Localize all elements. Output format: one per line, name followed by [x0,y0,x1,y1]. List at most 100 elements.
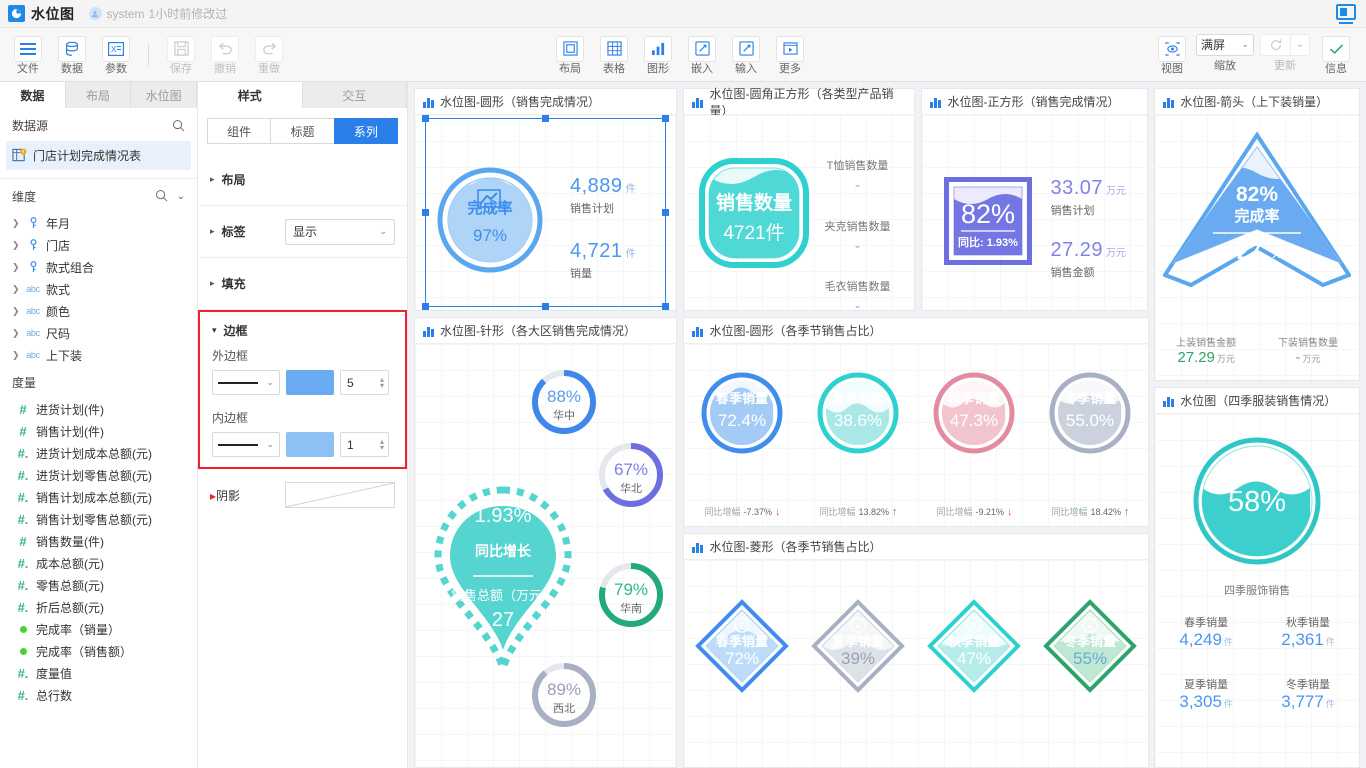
resize-handle-se[interactable] [662,303,669,310]
ribbon-button-info[interactable]: 信息 [1314,34,1358,76]
update-dropdown-chevron-down-icon[interactable]: ⌄ [1290,34,1310,56]
expand-chevron-right-icon[interactable]: ❯ [12,262,22,273]
water-gauge-diamond: 春季销量 72% [694,598,790,694]
dimension-item-2[interactable]: ❯款式组合 [0,256,197,278]
measure-item-11[interactable]: 完成率（销售额） [0,640,197,662]
zoom-control[interactable]: 满屏 ⌄ 缩放 [1194,34,1256,73]
tab-interaction[interactable]: 交互 [303,82,408,108]
inner-border-width-stepper[interactable]: 1 ▴▾ [340,432,389,457]
segment-series[interactable]: 系列 [334,118,398,144]
ribbon-button-parameter[interactable]: X 参数 [94,34,138,76]
inner-border-style-select[interactable]: ⌄ [212,432,280,457]
abc-icon: abc [22,284,44,294]
resize-handle-ne[interactable] [662,115,669,122]
segment-component[interactable]: 组件 [207,118,270,144]
presentation-button[interactable] [1336,4,1356,24]
dimension-item-0[interactable]: ❯年月 [0,212,197,234]
dimension-collapse-chevron-down-icon[interactable]: ⌄ [177,191,185,202]
modified-time: 1小时前修改过 [149,5,228,22]
ribbon-button-redo[interactable]: 重做 [247,34,291,76]
ribbon-button-save[interactable]: 保存 [159,34,203,76]
measure-item-0[interactable]: #进货计划(件) [0,398,197,420]
section-border-header[interactable]: ▾ 边框 [200,312,405,343]
resize-handle-s[interactable] [542,303,549,310]
card-season-diamonds[interactable]: 水位图-菱形（各季节销售占比） 春季销量 [683,533,1149,768]
ribbon-button-undo[interactable]: 撤销 [203,34,247,76]
datasource-item[interactable]: 门店计划完成情况表 [6,141,191,170]
outer-border-width-stepper[interactable]: 5 ▴▾ [340,370,389,395]
ribbon-button-layout[interactable]: 布局 [548,34,592,76]
measure-item-9[interactable]: #.折后总额(元) [0,596,197,618]
label-visibility-select[interactable]: 显示 ⌄ [285,219,395,245]
measure-item-8[interactable]: #.零售总额(元) [0,574,197,596]
tab-waterlevel[interactable]: 水位图 [131,82,197,108]
card-season-circles[interactable]: 水位图-圆形（各季节销售占比） 春季销量 [683,317,1149,527]
card-body: 82% 完成率 27 万元 上装销售金额 27.29万元 [1155,115,1359,380]
measure-item-4[interactable]: #.销售计划成本总额(元) [0,486,197,508]
measure-item-5[interactable]: #.销售计划零售总额(元) [0,508,197,530]
card-four-season[interactable]: 水位图（四季服装销售情况） 58% 四季服饰销售 [1154,387,1360,768]
dimension-item-1[interactable]: ❯门店 [0,234,197,256]
expand-chevron-right-icon[interactable]: ❯ [12,306,22,317]
measure-item-7[interactable]: #.成本总额(元) [0,552,197,574]
card-rounded-square[interactable]: 水位图-圆角正方形（各类型产品销量） 销售数量 4721件 T恤销售数量 [683,88,915,311]
gauge-value: 55.0% [1066,411,1114,430]
resize-handle-nw[interactable] [422,115,429,122]
card-body: 春季销量 72.4% 夏季销量 [684,344,1148,526]
shadow-preview[interactable] [285,482,395,508]
measure-item-6[interactable]: #销售数量(件) [0,530,197,552]
expand-chevron-right-icon[interactable]: ❯ [12,218,22,229]
expand-chevron-right-icon[interactable]: ❯ [12,284,22,295]
tab-style[interactable]: 样式 [198,82,303,108]
ribbon-button-embed[interactable]: 嵌入 [680,34,724,76]
outer-border-style-select[interactable]: ⌄ [212,370,280,395]
expand-chevron-right-icon[interactable]: ❯ [12,350,22,361]
card-needle-regions[interactable]: 水位图-针形（各大区销售完成情况） 88% 华中 [414,317,677,768]
inner-border-label: 内边框 [200,405,405,432]
card-arrow[interactable]: 水位图-箭头（上下装销量） 82% 完成率 27 万元 [1154,88,1360,381]
section-layout[interactable]: ▸布局 [198,154,407,206]
ribbon-button-file[interactable]: 文件 [6,34,50,76]
gauge-value: 82% [961,199,1015,229]
gauge-label: 冬季销量 [1064,391,1116,406]
measure-item-12[interactable]: #.度量值 [0,662,197,684]
measure-item-13[interactable]: #.总行数 [0,684,197,706]
resize-handle-w[interactable] [422,209,429,216]
ribbon-button-data[interactable]: 数据 [50,34,94,76]
key-icon [22,217,44,229]
resize-handle-n[interactable] [542,115,549,122]
datasource-search-icon[interactable] [172,119,185,132]
expand-chevron-right-icon[interactable]: ❯ [12,328,22,339]
card-circle-completion[interactable]: 水位图-圆形（销售完成情况） [414,88,677,311]
dimension-search-icon[interactable] [155,189,168,205]
refresh-icon[interactable] [1260,34,1290,56]
segment-title[interactable]: 标题 [270,118,333,144]
resize-handle-sw[interactable] [422,303,429,310]
update-control[interactable]: ⌄ 更新 [1256,34,1314,73]
resize-handle-e[interactable] [662,209,669,216]
outer-border-color-swatch[interactable] [286,370,334,395]
ribbon-button-chart[interactable]: 图形 [636,34,680,76]
dimension-item-5[interactable]: ❯abc尺码 [0,322,197,344]
four-season-stats: 春季销量 4,249件 秋季销量 2,361件 夏季销量 3,305件 [1155,614,1359,712]
zoom-select[interactable]: 满屏 ⌄ [1196,34,1254,56]
dimension-item-6[interactable]: ❯abc上下装 [0,344,197,366]
measure-item-1[interactable]: #销售计划(件) [0,420,197,442]
measure-item-10[interactable]: 完成率（销量） [0,618,197,640]
ribbon-button-input[interactable]: 输入 [724,34,768,76]
ring-huanan: 79% 华南 [595,559,667,631]
card-square-completion[interactable]: 水位图-正方形（销售完成情况） 82% 同比: 1.93% [921,88,1148,311]
ribbon-button-view[interactable]: 视图 [1150,34,1194,76]
dimension-item-4[interactable]: ❯abc颜色 [0,300,197,322]
ribbon-button-more[interactable]: 更多 [768,34,812,76]
measure-item-3[interactable]: #.进货计划零售总额(元) [0,464,197,486]
section-fill[interactable]: ▸填充 [198,258,407,310]
dimension-item-3[interactable]: ❯abc款式 [0,278,197,300]
stat-sales-plan: 4,889件 销售计划 [570,175,636,216]
tab-layout[interactable]: 布局 [66,82,132,108]
ribbon-button-table[interactable]: 表格 [592,34,636,76]
inner-border-color-swatch[interactable] [286,432,334,457]
tab-data[interactable]: 数据 [0,82,66,108]
expand-chevron-right-icon[interactable]: ❯ [12,240,22,251]
measure-item-2[interactable]: #.进货计划成本总额(元) [0,442,197,464]
